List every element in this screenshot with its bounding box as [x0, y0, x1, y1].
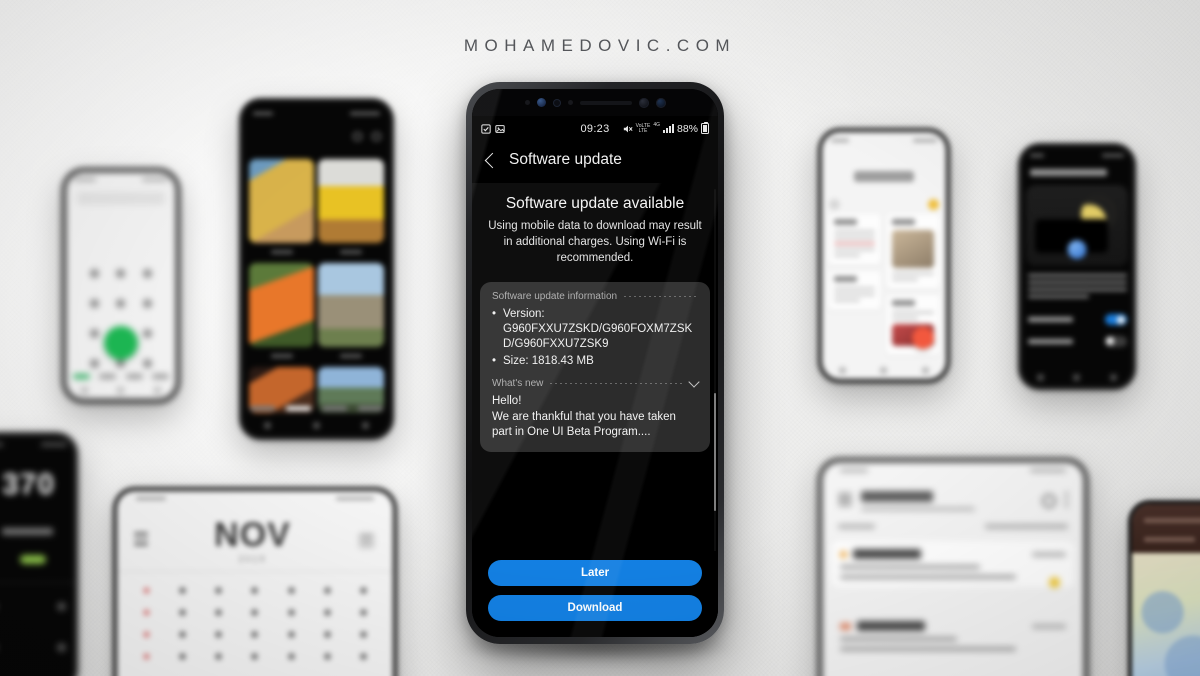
- dialer-navbar: [66, 387, 176, 395]
- info-bullet-list: Version: G960FXXU7ZSKD/G960FOXM7ZSKD/G96…: [492, 307, 698, 370]
- background-phone-maps: [1128, 500, 1200, 676]
- note-card: [886, 213, 940, 289]
- email-inbox-title: [860, 490, 1034, 511]
- page-title: Software update: [509, 151, 622, 168]
- more-options-icon: [1065, 491, 1069, 510]
- darkmode-preview: [1026, 185, 1128, 267]
- email-section-row: [837, 524, 1069, 530]
- dotted-divider: [550, 383, 683, 385]
- maps-header: [1132, 504, 1200, 554]
- update-info-card: Software update information Version: G96…: [480, 281, 710, 452]
- email-status-bar: [822, 462, 1084, 479]
- background-phone-dark-mode: [1018, 143, 1136, 390]
- whats-new-label: What's new: [492, 378, 544, 390]
- watermark: MOHAMEDOVIC.COM: [463, 36, 737, 55]
- later-button[interactable]: Later: [488, 560, 702, 586]
- dotted-divider: [624, 295, 698, 297]
- notes-toolbar: [829, 198, 939, 210]
- health-status-bar: [0, 436, 74, 454]
- darkmode-orb-icon: [1067, 240, 1087, 260]
- calendar-status-bar: [117, 491, 393, 507]
- gallery-navbar: [243, 422, 390, 430]
- background-phone-dialer: [62, 168, 180, 403]
- darkmode-description: [1027, 273, 1127, 302]
- calendar-header: NOV 2019: [133, 515, 377, 564]
- info-card-header: Software update information: [492, 291, 698, 302]
- note-card: [828, 270, 882, 310]
- whats-new-body: Hello! We are thankful that you have tak…: [492, 395, 676, 439]
- background-phone-notes: [818, 128, 950, 383]
- battery-icon: [701, 121, 709, 134]
- calendar-menu-icon: [133, 532, 148, 549]
- action-buttons: Later Download: [472, 551, 718, 637]
- email-list-item: [832, 613, 1073, 659]
- dialer-status-bar: [66, 172, 176, 188]
- signal-bars-icon: [662, 124, 674, 133]
- card-spacer: [492, 369, 698, 378]
- notes-add-icon: [911, 327, 934, 350]
- calendar-month: NOV: [214, 515, 291, 554]
- proximity-sensor-icon: [524, 100, 530, 105]
- battery-percent-label: 88%: [676, 122, 698, 135]
- dialer-tabs: [72, 373, 170, 379]
- background-phone-gallery: [239, 98, 394, 440]
- background-phone-calendar: NOV 2019: [113, 487, 397, 676]
- notes-status-bar: [822, 132, 946, 149]
- gallery-toolbar-icons: [353, 132, 382, 142]
- app-bar: Software update: [472, 141, 718, 183]
- info-bullet-version: Version: G960FXXU7ZSKD/G960FOXM7ZSKD/G96…: [492, 307, 698, 353]
- network-type-badge: 4G: [653, 121, 660, 128]
- gallery-status-bar: [243, 102, 390, 125]
- scrollbar-thumb[interactable]: [714, 392, 716, 512]
- back-icon[interactable]: [484, 152, 501, 168]
- notes-title: [822, 169, 946, 187]
- update-subtext: Using mobile data to download may result…: [488, 220, 702, 264]
- whats-new-header[interactable]: What's new: [492, 376, 700, 390]
- gallery-tabs: [250, 405, 383, 411]
- front-camera-icon: [638, 97, 649, 108]
- calendar-grid-icon: [357, 531, 377, 551]
- note-card: [886, 294, 940, 355]
- volte-badge: VoLTE LTE: [635, 122, 651, 134]
- hero-phone: 09:23 VoLTE LTE 4G 88% Software update S…: [466, 82, 724, 644]
- email-menu-icon: [837, 492, 852, 510]
- sensor-icon: [567, 100, 573, 105]
- mute-icon: [623, 125, 633, 132]
- gallery-grid: [248, 158, 385, 413]
- toggle-switch: [1104, 335, 1127, 347]
- update-headline: Software update available: [505, 195, 685, 212]
- download-button[interactable]: Download: [488, 595, 702, 621]
- call-button-icon: [104, 326, 138, 361]
- calendar-year: 2019: [238, 553, 267, 564]
- status-bar-indicators: VoLTE LTE 4G 88%: [623, 121, 709, 135]
- earpiece-icon: [579, 100, 632, 105]
- maps-canvas: [1132, 553, 1200, 676]
- email-list-item: [832, 541, 1074, 588]
- chevron-down-icon[interactable]: [688, 376, 700, 388]
- health-value: 370: [2, 467, 56, 501]
- darkmode-title: [1029, 168, 1107, 176]
- front-camera-secondary-icon: [655, 97, 666, 108]
- light-sensor-icon: [552, 98, 561, 107]
- info-card-label: Software update information: [492, 290, 618, 302]
- note-card: [828, 213, 882, 265]
- darkmode-status-bar: [1022, 147, 1132, 164]
- toggle-switch: [1104, 314, 1127, 326]
- darkmode-toggle-row: [1027, 314, 1127, 326]
- darkmode-navbar: [1022, 374, 1132, 382]
- phone-top-bezel: [472, 89, 718, 116]
- search-icon: [1042, 493, 1057, 508]
- email-header: [837, 490, 1069, 511]
- notes-navbar: [822, 367, 946, 375]
- status-bar: 09:23 VoLTE LTE 4G 88%: [472, 116, 718, 141]
- iris-scanner-icon: [536, 98, 546, 107]
- calendar-day-grid: [128, 580, 382, 668]
- background-phone-email: [818, 458, 1088, 676]
- info-bullet-size: Size: 1818.43 MB: [492, 354, 698, 369]
- background-phone-health: 370: [0, 432, 78, 676]
- darkmode-schedule-row: [1027, 335, 1127, 347]
